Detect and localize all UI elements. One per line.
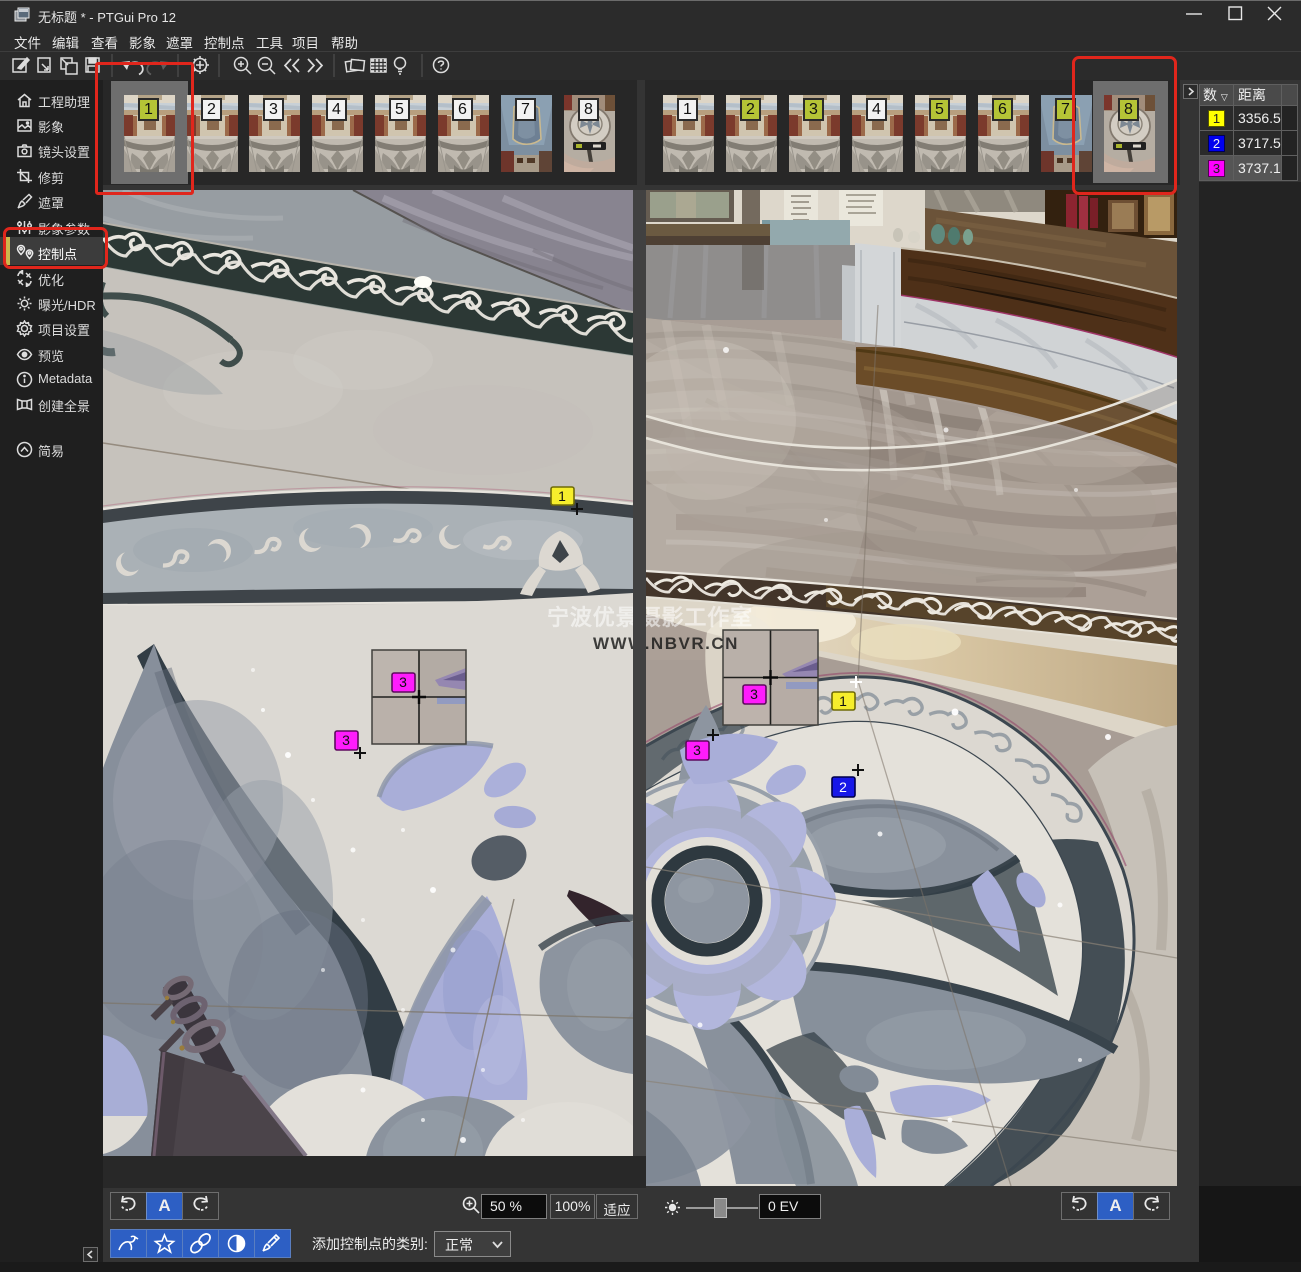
svg-text:1: 1 <box>558 488 566 504</box>
svg-text:3: 3 <box>399 674 407 690</box>
svg-text:1: 1 <box>839 693 847 709</box>
svg-text:3: 3 <box>342 732 350 748</box>
svg-text:2: 2 <box>839 779 847 795</box>
svg-text:3: 3 <box>693 742 701 758</box>
svg-text:3: 3 <box>750 686 758 702</box>
